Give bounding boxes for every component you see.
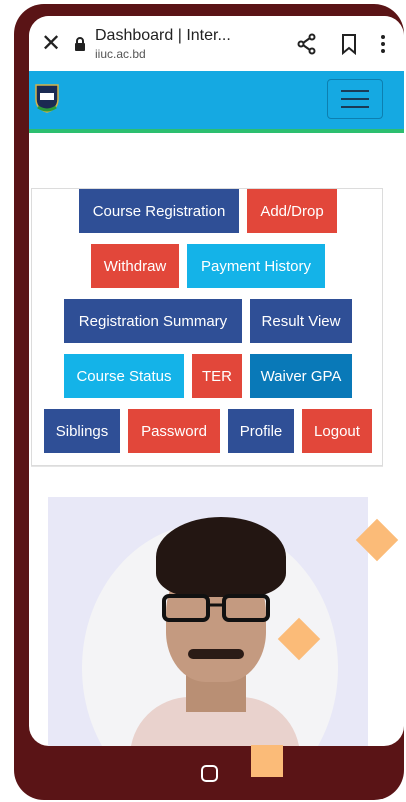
page-title: Dashboard | Inter... — [95, 26, 231, 44]
payment-history-button[interactable]: Payment History — [187, 244, 325, 288]
home-icon[interactable] — [201, 765, 218, 782]
profile-photo — [48, 497, 368, 746]
siblings-button[interactable]: Siblings — [44, 409, 120, 453]
decorative-square — [251, 745, 283, 777]
dashboard-menu-panel: Course Registration Add/Drop Withdraw Pa… — [31, 188, 383, 466]
browser-screen: ✕ Dashboard | Inter... iiuc.ac.bd Course… — [29, 16, 404, 746]
close-icon[interactable]: ✕ — [31, 29, 71, 58]
withdraw-button[interactable]: Withdraw — [91, 244, 179, 288]
browser-toolbar: ✕ Dashboard | Inter... iiuc.ac.bd — [29, 16, 404, 71]
page-url: iiuc.ac.bd — [95, 46, 146, 61]
password-button[interactable]: Password — [128, 409, 220, 453]
more-vert-icon[interactable] — [380, 33, 386, 55]
address-area[interactable]: Dashboard | Inter... iiuc.ac.bd — [95, 27, 245, 61]
logout-button[interactable]: Logout — [302, 409, 372, 453]
panel-divider — [31, 466, 383, 467]
registration-summary-button[interactable]: Registration Summary — [64, 299, 242, 343]
lock-icon — [75, 36, 85, 51]
course-registration-button[interactable]: Course Registration — [79, 189, 239, 233]
hamburger-icon[interactable] — [327, 79, 383, 119]
iiuc-logo[interactable] — [34, 83, 60, 113]
ter-button[interactable]: TER — [192, 354, 242, 398]
profile-button[interactable]: Profile — [228, 409, 294, 453]
add-drop-button[interactable]: Add/Drop — [247, 189, 337, 233]
bookmark-icon[interactable] — [340, 33, 358, 55]
site-navbar — [29, 71, 404, 133]
result-view-button[interactable]: Result View — [250, 299, 352, 343]
waiver-gpa-button[interactable]: Waiver GPA — [250, 354, 352, 398]
course-status-button[interactable]: Course Status — [64, 354, 184, 398]
share-icon[interactable] — [296, 33, 318, 55]
